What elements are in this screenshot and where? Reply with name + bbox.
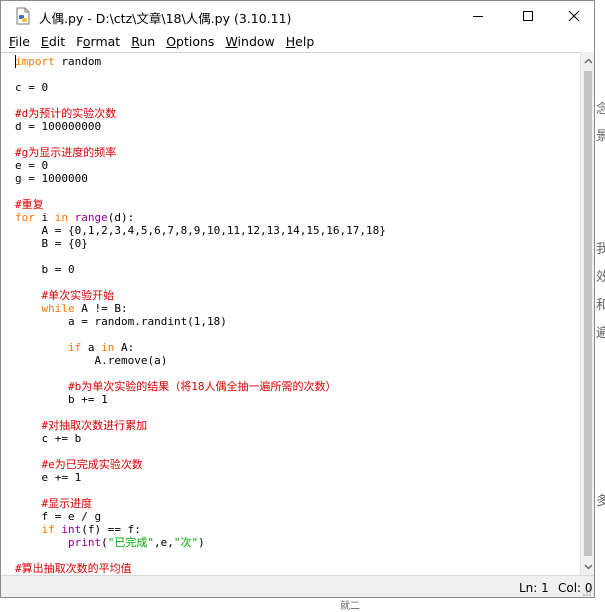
scroll-up-button[interactable] [581, 52, 594, 69]
menu-options[interactable]: Options [166, 34, 214, 49]
close-button[interactable] [551, 1, 594, 31]
python-file-icon [16, 7, 30, 25]
menu-run[interactable]: Run [131, 34, 155, 49]
idle-editor-window: 人偶.py - D:\ctz\文章\18\人偶.py (3.10.11) Fil… [0, 0, 595, 598]
menu-format[interactable]: Format [76, 34, 120, 49]
window-title: 人偶.py - D:\ctz\文章\18\人偶.py (3.10.11) [39, 11, 292, 26]
maximize-button[interactable] [505, 1, 551, 31]
menu-window[interactable]: Window [225, 34, 274, 49]
status-bar: Ln: 1 Col: 0 [1, 575, 594, 597]
code-editor[interactable]: import random c = 0 #d为预计的实验次数 d = 10000… [1, 52, 580, 575]
background-window-text: 念 [596, 102, 605, 117]
close-icon [568, 10, 580, 22]
source-code[interactable]: import random c = 0 #d为预计的实验次数 d = 10000… [15, 55, 386, 575]
menu-bar: File Edit Format Run Options Window Help [1, 31, 594, 52]
minimize-button[interactable] [455, 1, 501, 31]
vertical-scrollbar[interactable] [580, 52, 594, 575]
scrollbar-thumb[interactable] [584, 71, 592, 556]
background-window-text: 效 [596, 270, 605, 285]
menu-edit[interactable]: Edit [41, 34, 65, 49]
status-line-number: Ln: 1 [519, 581, 549, 595]
background-window-text: 我 [596, 242, 605, 257]
background-window-text: 遍 [596, 326, 605, 341]
maximize-icon [523, 11, 533, 21]
menu-file[interactable]: File [9, 34, 30, 49]
background-window-text: 多 [596, 494, 605, 509]
menu-help[interactable]: Help [286, 34, 315, 49]
chevron-up-icon [584, 58, 592, 63]
resize-grip-icon[interactable] [582, 587, 592, 597]
text-cursor [15, 55, 16, 68]
background-window-text: 和 [596, 298, 605, 313]
scroll-down-button[interactable] [581, 558, 594, 575]
chevron-down-icon [584, 564, 592, 569]
minimize-icon [473, 16, 483, 17]
title-bar[interactable]: 人偶.py - D:\ctz\文章\18\人偶.py (3.10.11) [1, 1, 594, 31]
background-window-text: 景 [596, 129, 605, 144]
